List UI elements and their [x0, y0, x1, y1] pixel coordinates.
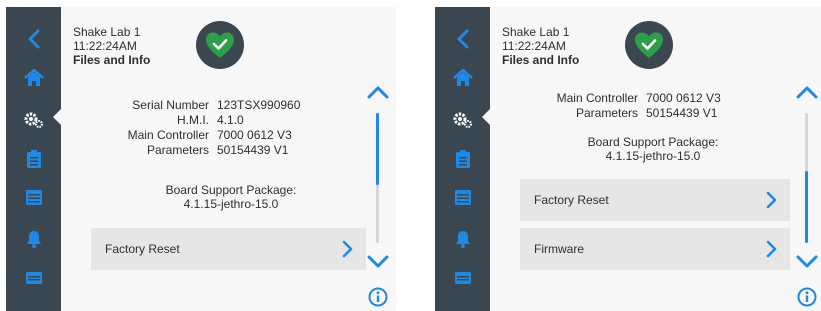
display-icon — [454, 272, 471, 284]
bsp-value: 4.1.15-jethro-15.0 — [605, 149, 701, 163]
settings-icon — [453, 112, 472, 128]
alarm-button[interactable] — [435, 224, 490, 254]
screen-left: Shake Lab 1 11:22:24AM Files and Info Se… — [6, 7, 396, 311]
calendar-button[interactable] — [435, 182, 490, 212]
bell-icon — [455, 231, 470, 248]
scroll-down-icon[interactable] — [796, 255, 818, 269]
info-row: Parameters 50154439 V1 — [546, 106, 721, 121]
home-icon — [452, 69, 473, 86]
scroll-up-icon[interactable] — [367, 85, 389, 99]
clock: 11:22:24AM — [73, 39, 137, 53]
clock: 11:22:24AM — [502, 39, 566, 53]
page-title: Files and Info — [502, 53, 580, 67]
info-row: Main Controller 7000 0612 V3 — [117, 128, 300, 143]
scroll-up-icon[interactable] — [796, 85, 818, 99]
clipboard-button[interactable] — [435, 144, 490, 174]
info-value: 7000 0612 V3 — [646, 91, 721, 105]
info-row: Main Controller 7000 0612 V3 — [546, 91, 721, 106]
info-key: Main Controller — [127, 128, 209, 142]
info-key: Serial Number — [132, 98, 209, 112]
display-button[interactable] — [6, 263, 61, 293]
info-row: H.M.I. 4.1.0 — [117, 113, 300, 128]
menu-item-label: Factory Reset — [534, 193, 609, 207]
back-icon — [457, 29, 468, 49]
board-support-package: Board Support Package: 4.1.15-jethro-15.… — [563, 135, 743, 163]
info-key: Parameters — [146, 143, 209, 157]
clipboard-button[interactable] — [6, 144, 61, 174]
info-icon[interactable] — [368, 287, 388, 307]
info-value: 7000 0612 V3 — [217, 128, 292, 142]
calendar-icon — [454, 190, 471, 205]
clipboard-icon — [455, 150, 470, 168]
info-value: 50154439 V1 — [646, 106, 718, 120]
info-value: 50154439 V1 — [217, 143, 289, 157]
scrollbar-thumb[interactable] — [376, 113, 379, 185]
header: Shake Lab 1 11:22:24AM Files and Info — [502, 25, 579, 67]
back-button[interactable] — [435, 24, 490, 54]
display-button[interactable] — [435, 263, 490, 293]
chevron-right-icon — [766, 191, 777, 209]
back-icon — [28, 29, 39, 49]
info-value: 4.1.0 — [217, 113, 244, 127]
chevron-right-icon — [342, 240, 353, 258]
heart-check-icon — [206, 32, 234, 58]
menu-item-label: Firmware — [534, 242, 584, 256]
sidebar — [6, 7, 61, 311]
heart-check-icon — [635, 32, 663, 58]
bsp-label: Board Support Package: — [587, 135, 719, 149]
device-info: Serial Number 123TSX990960 H.M.I. 4.1.0 Ma… — [117, 98, 301, 158]
info-value: 123TSX990960 — [217, 98, 301, 112]
info-key: H.M.I. — [177, 113, 209, 127]
info-row: Parameters 50154439 V1 — [117, 143, 300, 158]
calendar-button[interactable] — [6, 182, 61, 212]
settings-icon — [24, 112, 43, 128]
scrollbar[interactable] — [805, 113, 808, 243]
firmware-button[interactable]: Firmware — [520, 228, 790, 270]
screen-right: Shake Lab 1 11:22:24AM Files and Info Ma… — [435, 7, 821, 311]
bell-icon — [26, 231, 41, 248]
page-title: Files and Info — [73, 53, 151, 67]
factory-reset-button[interactable]: Factory Reset — [520, 179, 790, 221]
menu-item-label: Factory Reset — [105, 242, 180, 256]
home-icon — [23, 69, 44, 86]
chevron-right-icon — [766, 240, 777, 258]
active-indicator — [482, 109, 490, 125]
bsp-label: Board Support Package: — [165, 183, 297, 197]
status-indicator — [625, 21, 673, 69]
board-support-package: Board Support Package: 4.1.15-jethro-15.… — [141, 183, 321, 211]
factory-reset-button[interactable]: Factory Reset — [91, 228, 366, 270]
info-key: Main Controller — [556, 91, 638, 105]
sidebar — [435, 7, 490, 311]
lab-name: Shake Lab 1 — [73, 25, 141, 39]
scroll-down-icon[interactable] — [367, 255, 389, 269]
home-button[interactable] — [435, 63, 490, 93]
scrollbar[interactable] — [376, 113, 379, 243]
active-indicator — [53, 109, 61, 125]
header: Shake Lab 1 11:22:24AM Files and Info — [73, 25, 150, 67]
info-key: Parameters — [575, 106, 638, 120]
info-row: Serial Number 123TSX990960 — [117, 98, 300, 113]
clipboard-icon — [26, 150, 41, 168]
display-icon — [25, 272, 42, 284]
home-button[interactable] — [6, 63, 61, 93]
back-button[interactable] — [6, 24, 61, 54]
calendar-icon — [25, 190, 42, 205]
scrollbar-thumb[interactable] — [805, 171, 808, 243]
alarm-button[interactable] — [6, 224, 61, 254]
status-indicator — [196, 21, 244, 69]
info-icon[interactable] — [797, 287, 817, 307]
device-info: Main Controller 7000 0612 V3 Parameters 50… — [546, 91, 721, 121]
bsp-value: 4.1.15-jethro-15.0 — [183, 197, 279, 211]
lab-name: Shake Lab 1 — [502, 25, 570, 39]
